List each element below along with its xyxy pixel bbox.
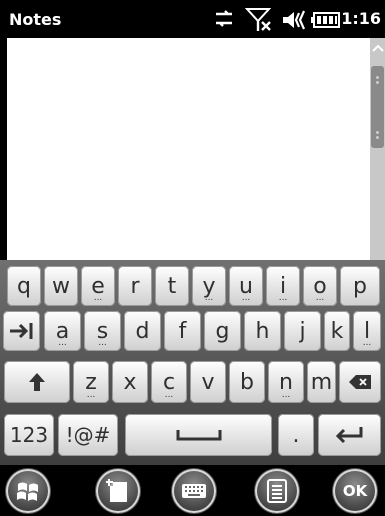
- backspace-key[interactable]: [339, 361, 381, 403]
- key-g[interactable]: g: [204, 311, 241, 351]
- key-i[interactable]: i...: [266, 266, 300, 306]
- key-n[interactable]: n...: [268, 361, 304, 403]
- key-label: g: [215, 318, 230, 344]
- volume-icon[interactable]: [281, 9, 309, 35]
- scroll-up-button[interactable]: [370, 38, 385, 58]
- backspace-icon: [349, 375, 371, 389]
- grip-dot: [376, 81, 379, 84]
- symbols-key[interactable]: !@#: [58, 414, 118, 456]
- key-e[interactable]: e...: [81, 266, 115, 306]
- key-y[interactable]: y...: [192, 266, 226, 306]
- battery-icon[interactable]: [311, 12, 341, 32]
- key-z[interactable]: z...: [73, 361, 109, 403]
- key-r[interactable]: r: [118, 266, 152, 306]
- accent-dots: ...: [362, 338, 372, 348]
- key-x[interactable]: x: [112, 361, 148, 403]
- accent-dots: ...: [278, 293, 288, 303]
- windows-flag-icon: [17, 482, 38, 501]
- key-o[interactable]: o...: [303, 266, 337, 306]
- enter-key[interactable]: [318, 414, 381, 456]
- scrollbar[interactable]: [370, 38, 385, 280]
- key-label: p: [353, 273, 367, 299]
- note-text-area[interactable]: [7, 38, 370, 260]
- scroll-thumb[interactable]: [371, 66, 384, 148]
- numbers-key[interactable]: 123: [4, 414, 54, 456]
- key-label: q: [17, 273, 31, 299]
- accent-dots: ...: [241, 293, 251, 303]
- menu-button[interactable]: [255, 469, 299, 513]
- key-label: m: [310, 369, 333, 395]
- key-w[interactable]: w: [44, 266, 78, 306]
- key-label: k: [330, 318, 344, 344]
- ok-label: OK: [342, 482, 368, 500]
- accent-dots: ...: [164, 390, 174, 400]
- key-label: j: [299, 318, 306, 344]
- shift-arrow-icon: [29, 373, 45, 391]
- accent-dots: ...: [58, 338, 67, 348]
- no-signal-icon[interactable]: [244, 6, 273, 38]
- key-label: x: [123, 369, 137, 395]
- key-p[interactable]: p: [340, 266, 380, 306]
- key-label: h: [255, 318, 270, 344]
- key-h[interactable]: h: [244, 311, 281, 351]
- menu-icon: [267, 479, 287, 503]
- new-note-button[interactable]: [96, 469, 140, 513]
- key-t[interactable]: t: [155, 266, 189, 306]
- keyboard-icon: [182, 484, 206, 498]
- keyboard-toggle-button[interactable]: [172, 469, 216, 513]
- key-label: !@#: [65, 423, 111, 447]
- enter-icon: [335, 427, 362, 444]
- key-label: d: [135, 318, 150, 344]
- chevron-up-icon: [371, 44, 384, 52]
- status-bar: Notes 1:16: [0, 0, 385, 38]
- key-label: w: [52, 273, 70, 299]
- accent-dots: ...: [281, 390, 291, 400]
- key-m[interactable]: m: [307, 361, 336, 403]
- accent-dots: ...: [204, 293, 214, 303]
- space-bar-icon: [176, 430, 221, 441]
- key-s[interactable]: s...: [84, 311, 121, 351]
- ok-button[interactable]: OK: [333, 469, 377, 513]
- grip-dot: [376, 76, 379, 79]
- accent-dots: ...: [98, 338, 107, 348]
- key-j[interactable]: j: [284, 311, 321, 351]
- key-k[interactable]: k: [324, 311, 350, 351]
- key-l[interactable]: l...: [353, 311, 381, 351]
- clock[interactable]: 1:16: [341, 9, 381, 28]
- key-q[interactable]: q: [7, 266, 41, 306]
- accent-dots: ...: [315, 293, 325, 303]
- key-u[interactable]: u...: [229, 266, 263, 306]
- start-button[interactable]: [6, 469, 50, 513]
- key-v[interactable]: v: [190, 361, 226, 403]
- tab-icon: [9, 323, 32, 339]
- key-label: r: [130, 273, 140, 299]
- bottom-taskbar: OK: [0, 465, 385, 516]
- key-a[interactable]: a...: [44, 311, 81, 351]
- key-c[interactable]: c...: [151, 361, 187, 403]
- on-screen-keyboard: q w e... r t y... u... i... o... p a... …: [0, 260, 385, 465]
- key-label: b: [240, 369, 254, 395]
- key-f[interactable]: f: [164, 311, 201, 351]
- grip-dot: [376, 131, 379, 134]
- key-label: .: [292, 422, 300, 448]
- period-key[interactable]: .: [278, 414, 314, 456]
- accent-dots: ...: [86, 390, 96, 400]
- sync-icon[interactable]: [213, 8, 235, 34]
- key-label: t: [167, 273, 177, 299]
- space-key[interactable]: [125, 414, 272, 456]
- app-title: Notes: [9, 10, 62, 29]
- tab-key[interactable]: [3, 311, 40, 351]
- key-b[interactable]: b: [229, 361, 265, 403]
- shift-key[interactable]: [4, 361, 70, 403]
- key-label: 123: [9, 423, 49, 447]
- key-label: f: [178, 318, 187, 344]
- accent-dots: ...: [93, 293, 103, 303]
- new-note-icon: [106, 479, 127, 502]
- key-label: v: [201, 369, 215, 395]
- key-d[interactable]: d: [124, 311, 161, 351]
- grip-dot: [376, 136, 379, 139]
